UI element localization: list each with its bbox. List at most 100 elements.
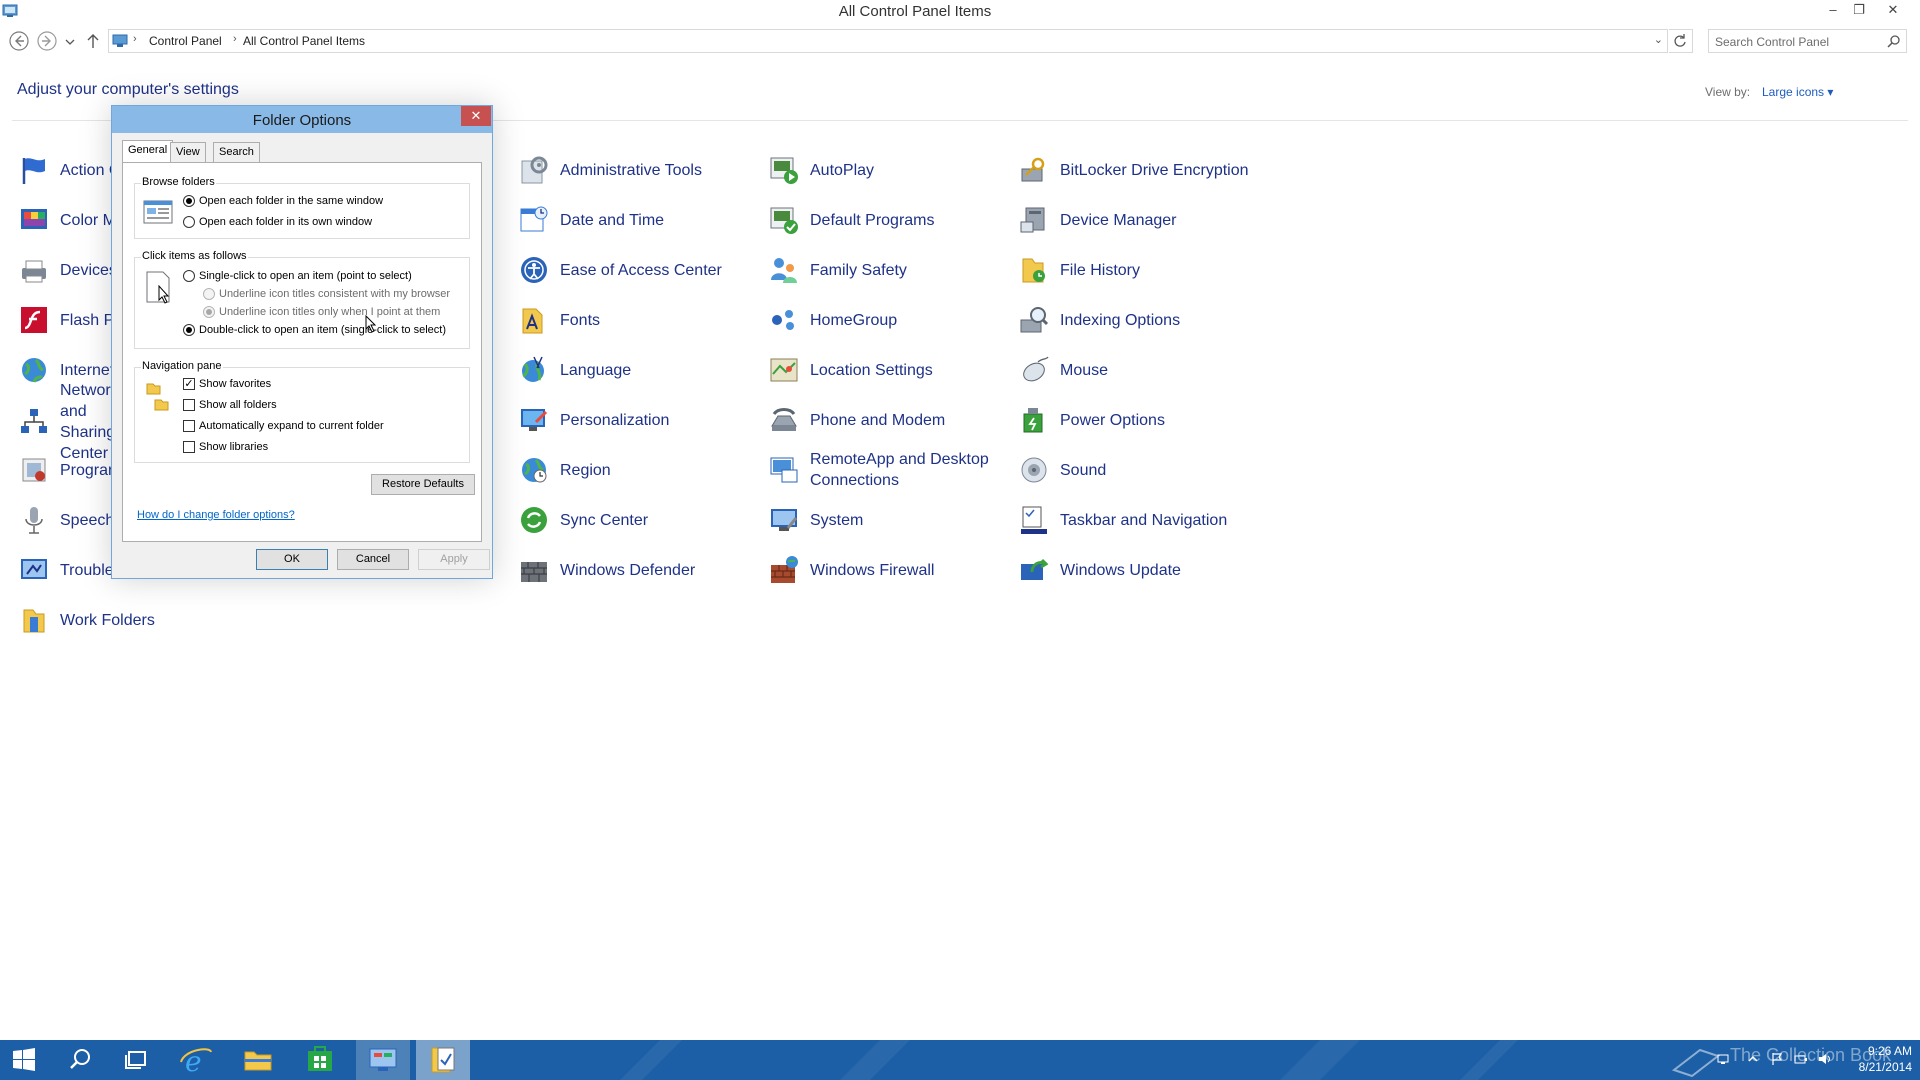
cancel-button[interactable]: Cancel	[337, 549, 409, 570]
watermark-text: The Collection Book	[1730, 1045, 1892, 1065]
start-button[interactable]	[0, 1040, 48, 1080]
taskbar-control-panel[interactable]	[356, 1040, 410, 1080]
breadcrumb-control-panel[interactable]: Control Panel	[149, 34, 222, 48]
cp-item-device-manager[interactable]: Device Manager	[1018, 200, 1177, 240]
cp-item-sound[interactable]: Sound	[1018, 450, 1106, 490]
cp-item-work-folders[interactable]: Work Folders	[18, 600, 155, 640]
option-underline-point: Underline icon titles only when I point …	[219, 306, 441, 318]
cp-item-fonts[interactable]: Fonts	[518, 300, 600, 340]
taskbar-file-explorer[interactable]	[234, 1040, 282, 1080]
cp-item-language[interactable]: Language	[518, 350, 631, 390]
radio-same-window[interactable]	[183, 195, 195, 207]
taskbar-internet-explorer[interactable]: e	[172, 1040, 220, 1080]
cp-item-power-options[interactable]: Power Options	[1018, 400, 1165, 440]
page-title: Adjust your computer's settings	[17, 81, 239, 98]
cp-item-location-settings[interactable]: Location Settings	[768, 350, 933, 390]
address-bar[interactable]: › Control Panel › All Control Panel Item…	[108, 29, 1668, 53]
dialog-close-button[interactable]: ✕	[461, 106, 491, 126]
phone-modem-icon	[771, 408, 797, 431]
search-box[interactable]: Search Control Panel	[1708, 29, 1907, 53]
cp-item-autoplay[interactable]: AutoPlay	[768, 150, 874, 190]
cp-item-indexing-options[interactable]: Indexing Options	[1018, 300, 1180, 340]
radio-own-window[interactable]	[183, 216, 195, 228]
option-double-click: Double-click to open an item (single-cli…	[199, 324, 446, 336]
cp-item-remoteapp[interactable]: RemoteApp and Desktop Connections	[768, 448, 1000, 492]
programs-features-icon	[22, 458, 46, 482]
cp-item-personalization[interactable]: Personalization	[518, 400, 669, 440]
ok-button[interactable]: OK	[256, 549, 328, 570]
checkbox-auto-expand[interactable]	[183, 420, 195, 432]
checkbox-show-favorites[interactable]: ✓	[183, 378, 195, 390]
cp-item-administrative-tools[interactable]: Administrative Tools	[518, 150, 702, 190]
color-management-icon	[21, 209, 47, 229]
windows-logo-icon	[13, 1048, 35, 1071]
device-manager-icon	[1020, 207, 1045, 233]
dialog-title-bar[interactable]: Folder Options ✕	[112, 106, 492, 133]
restore-defaults-button[interactable]: Restore Defaults	[371, 474, 475, 495]
browse-folders-group: Browse folders Open each folder in the s…	[134, 176, 470, 239]
navigation-pane-group: Navigation pane ✓ Show favorites Show al…	[134, 360, 470, 463]
radio-underline-point[interactable]	[203, 306, 215, 318]
folder-options-icon	[431, 1047, 455, 1073]
radio-double-click[interactable]	[183, 324, 195, 336]
help-link[interactable]: How do I change folder options?	[137, 509, 295, 521]
control-panel-small-icon	[112, 34, 128, 47]
checkbox-show-libraries[interactable]	[183, 441, 195, 453]
browse-folders-icon	[143, 200, 173, 224]
breadcrumb-all-items[interactable]: All Control Panel Items	[243, 34, 365, 48]
cp-item-label: Windows Defender	[560, 561, 696, 579]
taskbar-folder-options[interactable]	[416, 1040, 470, 1080]
cp-item-windows-update[interactable]: Windows Update	[1018, 550, 1181, 590]
cp-item-phone-modem[interactable]: Phone and Modem	[768, 400, 945, 440]
checkbox-show-all-folders[interactable]	[183, 399, 195, 411]
forward-arrow-icon[interactable]	[36, 30, 58, 52]
cp-item-system[interactable]: System	[768, 500, 863, 540]
cp-item-mouse[interactable]: Mouse	[1018, 350, 1108, 390]
click-items-group: Click items as follows Single-click to o…	[134, 250, 470, 349]
cp-item-windows-defender[interactable]: Windows Defender	[518, 550, 695, 590]
tab-view[interactable]: View	[170, 142, 206, 162]
taskbar-store[interactable]	[296, 1040, 344, 1080]
address-dropdown-icon[interactable]: ⌄	[1654, 33, 1663, 46]
cp-item-label: Fonts	[560, 311, 601, 329]
remoteapp-icon	[770, 457, 798, 483]
restore-button[interactable]: ❐	[1846, 0, 1872, 22]
cp-item-bitlocker[interactable]: BitLocker Drive Encryption	[1018, 150, 1249, 190]
close-button[interactable]: ✕	[1880, 0, 1906, 22]
apply-button[interactable]: Apply	[418, 549, 490, 570]
cp-item-taskbar-navigation[interactable]: Taskbar and Navigation	[1018, 500, 1227, 540]
radio-underline-browser[interactable]	[203, 288, 215, 300]
up-arrow-icon[interactable]	[84, 30, 102, 52]
taskbar-decoration	[1280, 1040, 1360, 1080]
cp-item-default-programs[interactable]: Default Programs	[768, 200, 935, 240]
tab-general[interactable]: General	[122, 140, 174, 163]
option-single-click: Single-click to open an item (point to s…	[199, 270, 412, 282]
cp-item-windows-firewall[interactable]: Windows Firewall	[768, 550, 934, 590]
cp-item-family-safety[interactable]: Family Safety	[768, 250, 907, 290]
cp-item-date-time[interactable]: Date and Time	[518, 200, 664, 240]
taskbar: e 9:26 AM 8/21/2014	[0, 1040, 1920, 1080]
personalization-icon	[521, 409, 548, 431]
back-arrow-icon[interactable]	[8, 30, 30, 52]
cp-item-region[interactable]: Region	[518, 450, 611, 490]
cp-item-label: Device Manager	[1060, 211, 1177, 229]
tab-search[interactable]: Search	[213, 142, 260, 162]
refresh-button[interactable]	[1669, 29, 1693, 53]
recent-locations-chevron-icon[interactable]	[62, 30, 78, 52]
cp-item-file-history[interactable]: File History	[1018, 250, 1140, 290]
radio-single-click[interactable]	[183, 270, 195, 282]
task-view-button[interactable]	[112, 1040, 160, 1080]
family-safety-icon	[771, 258, 797, 283]
cp-item-ease-of-access[interactable]: Ease of Access Center	[518, 250, 722, 290]
minimize-button[interactable]: –	[1820, 0, 1846, 22]
cp-item-sync-center[interactable]: Sync Center	[518, 500, 648, 540]
search-icon[interactable]	[1887, 34, 1901, 48]
cp-item-label: Region	[560, 461, 611, 479]
view-by-dropdown[interactable]: Large icons ▾	[1762, 85, 1833, 99]
cp-item-homegroup[interactable]: HomeGroup	[768, 300, 897, 340]
file-history-icon	[1022, 258, 1045, 283]
search-taskbar-button[interactable]	[56, 1040, 104, 1080]
cp-item-label: Windows Update	[1060, 561, 1181, 579]
calendar-clock-icon	[520, 206, 548, 232]
network-status-icon[interactable]	[1716, 1052, 1730, 1066]
